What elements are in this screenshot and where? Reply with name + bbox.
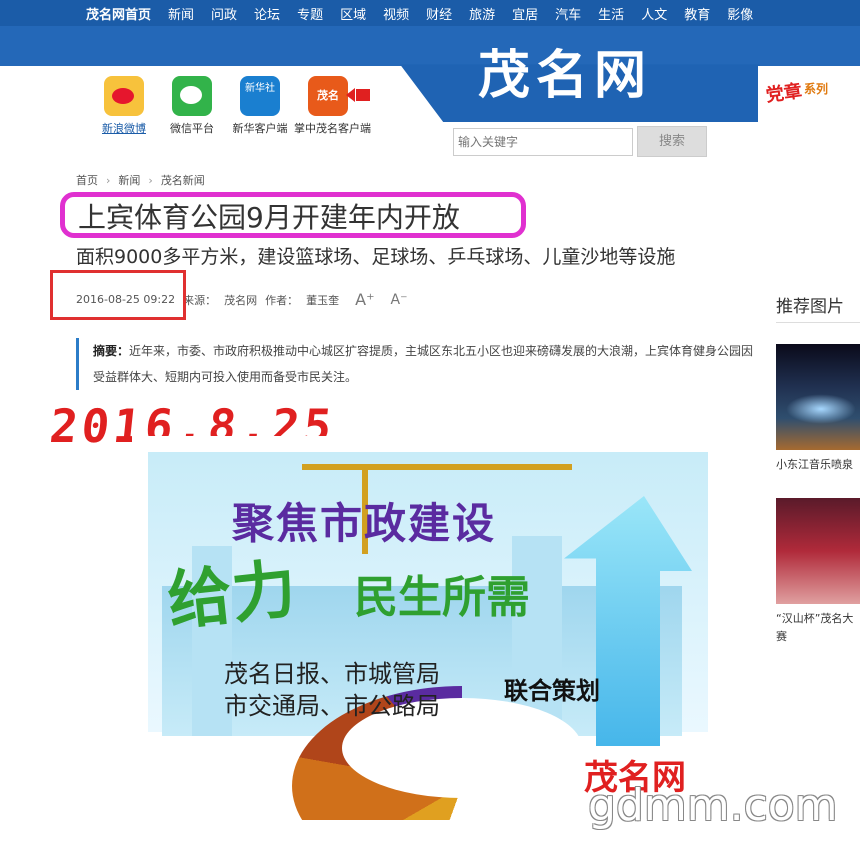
source-label: 来源： [183,293,217,307]
weibo-icon [104,76,144,116]
divider [776,322,860,323]
wechat-icon [172,76,212,116]
app-zhangzhong-label[interactable]: 掌中茂名客户端 [294,120,371,136]
app-weibo-label[interactable]: 新浪微博 [90,120,158,136]
xinhua-icon: 新华社 [240,76,280,116]
search-button[interactable]: 搜索 [637,126,707,157]
article-source: 茂名网 [224,293,258,307]
zhangzhong-maoming-icon: 茂名 [308,76,348,116]
top-nav: 茂名网首页 新闻 问政 论坛 专题 区域 视频 财经 旅游 宜居 汽车 生活 人文 教育 影像 [0,0,860,26]
nav-item[interactable]: 新闻 [168,4,194,23]
app-xinhua-label[interactable]: 新华客户端 [226,120,294,136]
breadcrumb: 首页 › 新闻 › 茂名新闻 [76,172,205,188]
site-watermark: gdmm.com [588,780,838,831]
font-increase-button[interactable]: A⁺ [355,290,374,309]
nav-item[interactable]: 汽车 [555,4,581,23]
article-author: 董玉奎 [306,293,340,307]
hero-slogan-a: 给力 [164,551,300,640]
chevron-right-icon: › [106,173,111,187]
carousel-bar-icon [356,89,370,101]
app-zhangzhong[interactable]: 茂名 掌中茂名客户端 [294,76,371,136]
hero-headline: 聚焦市政建设 [232,499,497,548]
nav-item[interactable]: 旅游 [469,4,495,23]
carousel-prev-icon[interactable] [346,88,355,102]
article-subtitle: 面积9000多平方米，建设篮球场、足球场、乒乓球场、儿童沙地等设施 [76,246,676,268]
summary-label: 摘要： [93,344,130,358]
hero-slogan-b: 民生所需 [354,572,530,623]
promo-banner-text-a: 党章 [764,80,804,107]
nav-item[interactable]: 问政 [211,4,237,23]
hero-partners-line: 市交通局、市公路局 [224,692,440,720]
recommended-picture-1[interactable] [776,344,860,450]
summary-text: 近年来，市委、市政府积极推动中心城区扩容提质，主城区东北五小区也迎来磅礴发展的大… [93,344,754,384]
nav-item[interactable]: 财经 [426,4,452,23]
hero-joint: 联合策划 [504,677,600,705]
nav-item[interactable]: 区域 [340,4,366,23]
breadcrumb-home[interactable]: 首页 [76,172,98,188]
nav-item[interactable]: 教育 [684,4,710,23]
recommended-picture-2[interactable] [776,498,860,604]
hero-partners-line: 茂名日报、市城管局 [224,660,440,688]
nav-item[interactable]: 宜居 [512,4,538,23]
recommended-caption-1[interactable]: 小东江音乐喷泉 [776,456,853,472]
nav-item[interactable]: 生活 [598,4,624,23]
recommended-pictures-title: 推荐图片 [776,297,844,317]
search-input[interactable] [453,128,633,156]
promo-banner-text-b: 系列 [804,82,829,96]
app-xinhua[interactable]: 新华社 新华客户端 [226,76,294,136]
page: 茂名网首页 新闻 问政 论坛 专题 区域 视频 财经 旅游 宜居 汽车 生活 人文 教育 影像 茂名网 党章… [0,0,860,868]
font-decrease-button[interactable]: A⁻ [391,292,408,308]
title-highlight-annotation [60,192,526,238]
hero-partners: 茂名日报、市城管局 市交通局、市公路局 [224,658,440,722]
article-hero-image: 聚焦市政建设 给力 民生所需 茂名日报、市城管局 市交通局、市公路局 联合策划 茂… [132,436,732,820]
date-highlight-annotation [50,270,186,320]
crane-icon [302,464,572,470]
author-label: 作者： [265,293,299,307]
nav-item[interactable]: 影像 [727,4,753,23]
recommended-caption-2[interactable]: “汉山杯”茂名大赛 [776,610,860,646]
site-logo[interactable]: 茂名网 [478,46,652,106]
chevron-right-icon: › [148,173,153,187]
article-summary: 摘要：近年来，市委、市政府积极推动中心城区扩容提质，主城区东北五小区也迎来磅礴发… [76,338,756,390]
app-links: 新浪微博 微信平台 新华社 新华客户端 茂名 掌中茂名客户端 [90,76,371,136]
breadcrumb-maoming-news[interactable]: 茂名新闻 [161,172,205,188]
breadcrumb-news[interactable]: 新闻 [118,172,140,188]
promo-banner[interactable]: 党章 系列 [758,66,860,146]
app-wechat[interactable]: 微信平台 [158,76,226,136]
nav-item[interactable]: 视频 [383,4,409,23]
hero-partners-lines: 茂名日报、市城管局 市交通局、市公路局 [224,658,440,722]
header-band [0,26,860,66]
app-wechat-label[interactable]: 微信平台 [158,120,226,136]
top-nav-list: 茂名网首页 新闻 问政 论坛 专题 区域 视频 财经 旅游 宜居 汽车 生活 人文 教育 影像 [0,0,860,26]
nav-item-home[interactable]: 茂名网首页 [86,4,151,23]
nav-item[interactable]: 专题 [297,4,323,23]
app-weibo[interactable]: 新浪微博 [90,76,158,136]
nav-item[interactable]: 论坛 [254,4,280,23]
nav-item[interactable]: 人文 [641,4,667,23]
